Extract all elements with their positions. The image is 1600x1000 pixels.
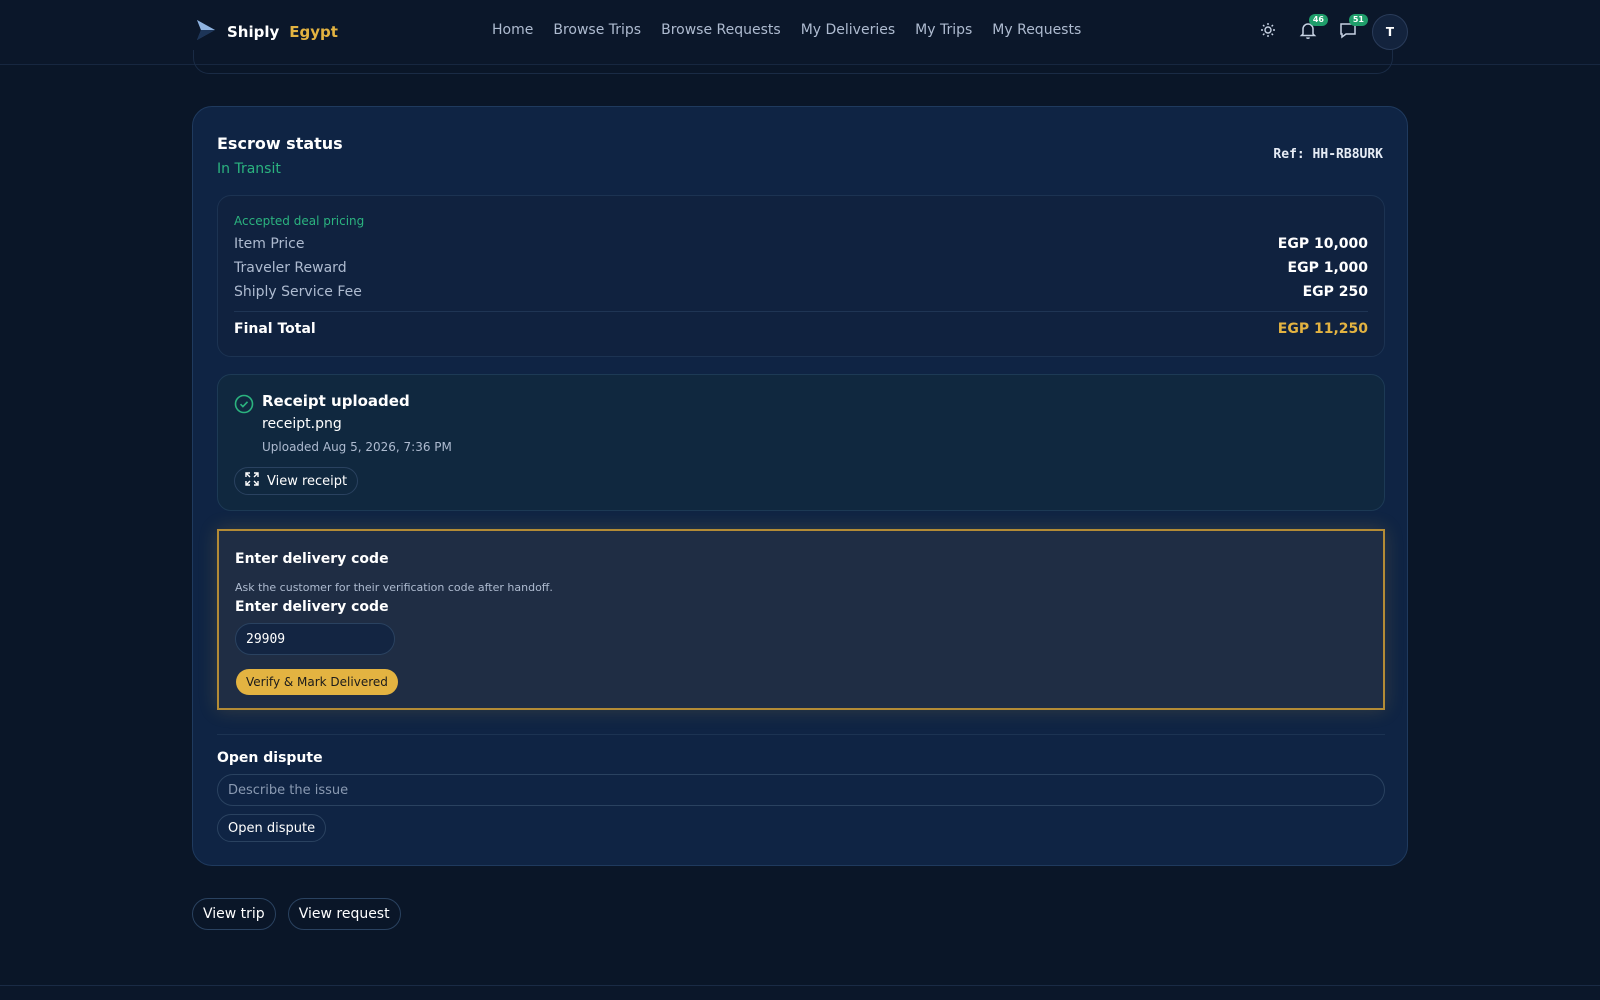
pricing-row-label: Item Price [234,236,305,252]
main-nav: Home Browse Trips Browse Requests My Del… [492,22,1101,38]
footer-links: View trip View request [192,898,401,930]
open-dispute-button[interactable]: Open dispute [217,814,327,842]
sun-icon [1260,22,1276,42]
expand-icon [245,472,259,490]
view-receipt-button[interactable]: View receipt [234,467,359,495]
pricing-row-label: Shiply Service Fee [234,284,362,300]
pricing-row-traveler-reward: Traveler Reward EGP 1,000 [234,260,1368,276]
delivery-code-panel: Enter delivery code Ask the customer for… [217,529,1385,710]
nav-my-deliveries[interactable]: My Deliveries [801,22,895,38]
nav-my-requests[interactable]: My Requests [992,22,1081,38]
nav-home[interactable]: Home [492,22,533,38]
verify-mark-delivered-button[interactable]: Verify & Mark Delivered [236,669,398,695]
pricing-divider [234,311,1368,312]
delivery-code-input[interactable] [235,623,395,655]
notifications-badge: 46 [1308,14,1328,26]
escrow-title: Escrow status [217,134,343,153]
open-dispute-title: Open dispute [217,750,323,766]
notifications-button[interactable]: 46 [1296,14,1328,44]
nav-my-trips[interactable]: My Trips [915,22,972,38]
receipt-upload-date: Uploaded Aug 5, 2026, 7:36 PM [262,440,452,454]
pricing-row-item-price: Item Price EGP 10,000 [234,236,1368,252]
delivery-code-label: Enter delivery code [235,599,389,615]
header-actions: 46 51 T [1256,14,1408,50]
messages-button[interactable]: 51 [1336,14,1368,44]
receipt-panel: Receipt uploaded receipt.png Uploaded Au… [217,374,1385,511]
pricing-row-final-total: Final Total EGP 11,250 [234,321,1368,337]
pricing-label: Accepted deal pricing [234,214,365,228]
receipt-filename: receipt.png [262,416,342,432]
view-receipt-label: View receipt [267,473,348,489]
dispute-description-input[interactable] [217,774,1385,806]
theme-toggle-button[interactable] [1256,20,1280,44]
pricing-row-label: Traveler Reward [234,260,347,276]
escrow-status-card: Escrow status In Transit Ref: HH-RB8URK … [192,106,1408,866]
section-divider [217,734,1385,735]
brand-logo[interactable]: Shiply Egypt [195,18,338,46]
delivery-code-help: Ask the customer for their verification … [235,581,553,594]
view-trip-button[interactable]: View trip [192,898,276,930]
deal-reference: Ref: HH-RB8URK [1273,147,1383,162]
final-total-value: EGP 11,250 [1277,321,1368,337]
pricing-row-value: EGP 1,000 [1287,260,1368,276]
receipt-title: Receipt uploaded [262,392,410,410]
pricing-row-value: EGP 250 [1302,284,1368,300]
pricing-row-service-fee: Shiply Service Fee EGP 250 [234,284,1368,300]
check-circle-icon [234,394,254,418]
messages-badge: 51 [1348,14,1368,26]
brand-name: Shiply [227,23,280,41]
final-total-label: Final Total [234,321,316,337]
user-avatar[interactable]: T [1372,14,1408,50]
pricing-row-value: EGP 10,000 [1277,236,1368,252]
escrow-status-text: In Transit [217,161,281,177]
deal-pricing-panel: Accepted deal pricing Item Price EGP 10,… [217,195,1385,357]
nav-browse-trips[interactable]: Browse Trips [553,22,641,38]
delivery-code-title: Enter delivery code [235,551,389,567]
paper-plane-logo-icon [195,18,217,46]
nav-browse-requests[interactable]: Browse Requests [661,22,781,38]
previous-card-edge [193,50,1393,74]
brand-region: Egypt [289,23,338,41]
view-request-button[interactable]: View request [287,898,401,930]
page-footer-edge [0,985,1600,1000]
